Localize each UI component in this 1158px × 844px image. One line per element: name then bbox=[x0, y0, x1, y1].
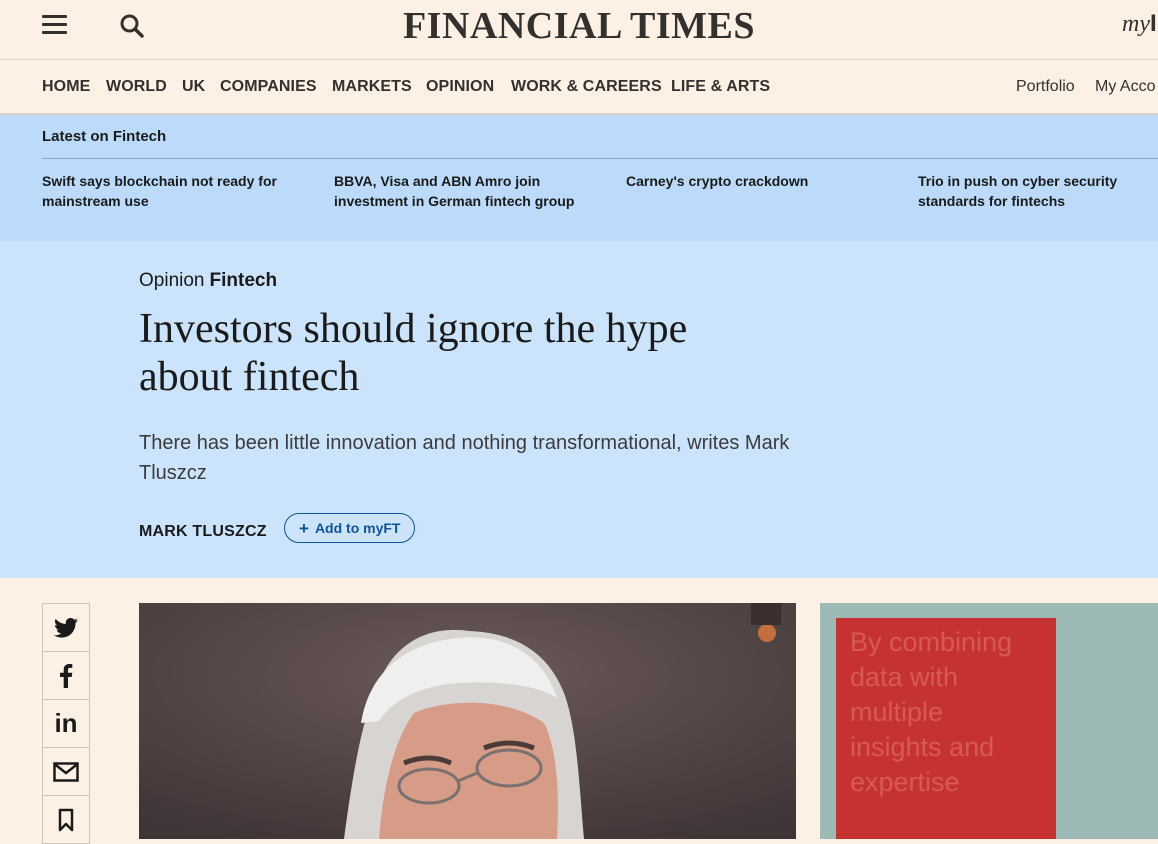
add-to-myft-button[interactable]: + Add to myFT bbox=[284, 513, 416, 543]
article-standfirst: There has been little innovation and not… bbox=[139, 432, 790, 484]
article-tagline: Opinion Fintech bbox=[139, 270, 277, 292]
latest-link-carney[interactable]: Carney's crypto crackdown bbox=[626, 171, 888, 191]
article-main-image bbox=[139, 603, 796, 839]
share-toolbar: in bbox=[42, 603, 90, 844]
latest-link-bbva[interactable]: BBVA, Visa and ABN Amro join investment … bbox=[334, 171, 596, 211]
nav-companies[interactable]: COMPANIES bbox=[220, 78, 317, 96]
nav-portfolio[interactable]: Portfolio bbox=[1016, 78, 1075, 96]
latest-title[interactable]: Latest on Fintech bbox=[42, 128, 166, 145]
article-headline: Investors should ignore the hype about f… bbox=[139, 306, 688, 400]
top-header: FINANCIAL TIMES myI bbox=[0, 0, 1158, 60]
bookmark-icon[interactable] bbox=[42, 795, 90, 844]
nav-world[interactable]: WORLD bbox=[106, 78, 167, 96]
ft-logo[interactable]: FINANCIAL TIMES bbox=[0, 4, 1158, 48]
main-nav: HOME WORLD UK COMPANIES MARKETS OPINION … bbox=[0, 60, 1158, 115]
nav-work-careers[interactable]: WORK & CAREERS bbox=[511, 78, 662, 96]
twitter-icon[interactable] bbox=[42, 603, 90, 651]
email-icon[interactable] bbox=[42, 747, 90, 795]
add-to-myft-label: Add to myFT bbox=[314, 520, 401, 536]
article-genre: Opinion bbox=[139, 270, 205, 291]
latest-link-swift[interactable]: Swift says blockchain not ready for main… bbox=[42, 171, 304, 211]
article-header: Opinion Fintech Investors should ignore t… bbox=[0, 241, 1158, 578]
nav-uk[interactable]: UK bbox=[182, 78, 205, 96]
advertisement[interactable]: By combining data with multiple insights… bbox=[820, 603, 1158, 839]
nav-home[interactable]: HOME bbox=[42, 78, 90, 96]
myft-link[interactable]: myI bbox=[1122, 10, 1157, 38]
nav-my-account[interactable]: My Acco bbox=[1095, 78, 1155, 96]
nav-life-arts[interactable]: LIFE & ARTS bbox=[671, 78, 770, 96]
latest-link-trio[interactable]: Trio in push on cyber security standards… bbox=[918, 171, 1158, 211]
myft-label: my bbox=[1122, 11, 1150, 37]
facebook-icon[interactable] bbox=[42, 651, 90, 699]
ad-text: By combining data with multiple insights… bbox=[850, 627, 1013, 797]
nav-opinion[interactable]: OPINION bbox=[426, 78, 494, 96]
author-byline[interactable]: MARK TLUSZCZ bbox=[139, 523, 267, 541]
latest-on-topic: Latest on Fintech Swift says blockchain … bbox=[0, 115, 1158, 241]
latest-divider bbox=[42, 158, 1158, 159]
article-topic-link[interactable]: Fintech bbox=[210, 270, 278, 291]
plus-icon: + bbox=[299, 518, 309, 538]
nav-markets[interactable]: MARKETS bbox=[332, 78, 412, 96]
linkedin-icon[interactable]: in bbox=[42, 699, 90, 747]
